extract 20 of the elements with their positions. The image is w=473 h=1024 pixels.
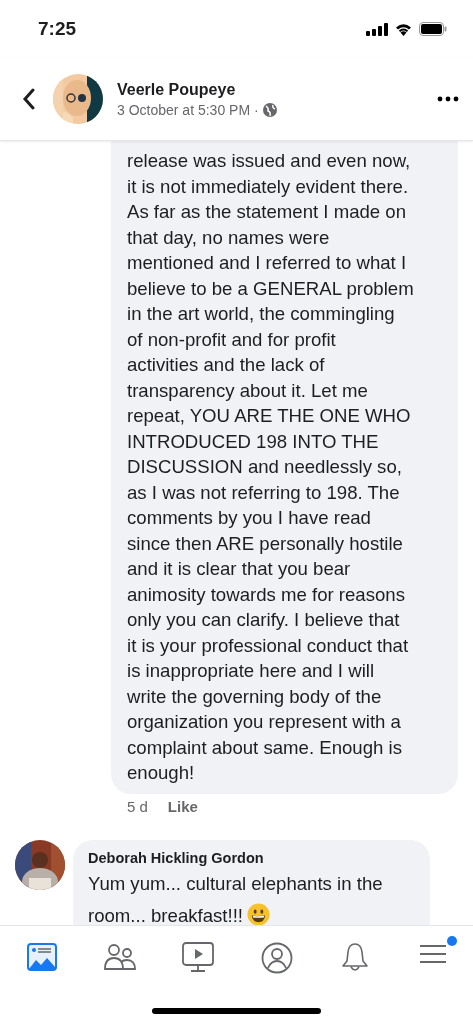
more-icon[interactable] bbox=[437, 96, 459, 102]
signal-icon bbox=[366, 22, 388, 36]
author-name[interactable]: Veerle Poupeye bbox=[117, 80, 437, 99]
commenter-name[interactable]: Deborah Hickling Gordon bbox=[88, 849, 414, 866]
back-icon[interactable] bbox=[22, 88, 36, 110]
status-time: 7:25 bbox=[38, 18, 77, 40]
wifi-icon bbox=[394, 22, 413, 36]
comment-text: release was issued and even now, it is not immediately evident there. As far as the statement I made on that day, no names were mentioned and I referred to what I believe to be a GENERAL problem in the art world, the commingling of non-profit and for profit activities and the lack of transparency about it. Let me repeat, YOU ARE THE ONE WHO INTRODUCED 198 INTO THE DISCUSSION and needlessly so, as I was not referring to 198. The comments by you I have read since then ARE personally hostile and it is clear that you bear animosity towards me for reasons only you can clarify. I believe that it is your professional conduct that is inappropriate here and I will write the governing body of the organization you represent with a complaint about same. Enough is enough! bbox=[127, 149, 415, 785]
like-link[interactable]: Like bbox=[167, 797, 198, 815]
profile-icon[interactable] bbox=[260, 942, 293, 974]
news-feed-icon[interactable] bbox=[27, 942, 57, 972]
menu-icon[interactable] bbox=[418, 942, 447, 966]
friends-icon[interactable] bbox=[104, 942, 137, 972]
battery-icon bbox=[419, 22, 447, 36]
comment-text: Yum yum... cultural elephants in the room... breakfast!!! bbox=[88, 871, 384, 925]
bell-icon[interactable] bbox=[340, 942, 369, 972]
video-icon[interactable] bbox=[182, 942, 215, 972]
comment-age: 5 d bbox=[127, 797, 148, 815]
globe-icon bbox=[262, 102, 277, 117]
post-timestamp: 3 October at 5:30 PM · bbox=[117, 101, 259, 118]
